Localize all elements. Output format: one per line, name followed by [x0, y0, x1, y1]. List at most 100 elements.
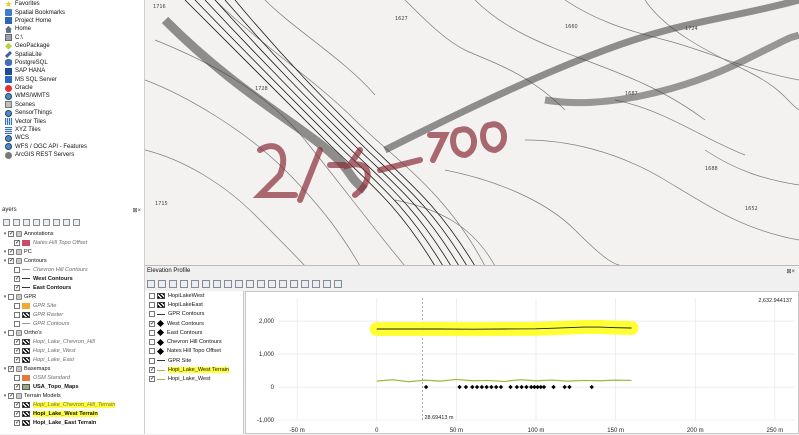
- elevation-layer-item[interactable]: Nates Hill Topo Offset: [145, 347, 243, 356]
- visibility-checkbox[interactable]: [14, 275, 20, 282]
- browser-item[interactable]: Spatial Bookmarks: [0, 8, 144, 17]
- close-icon[interactable]: ⊠×: [786, 268, 795, 275]
- capture-from-feature-icon[interactable]: [180, 279, 188, 288]
- filter-icon[interactable]: [33, 218, 40, 226]
- layer-item[interactable]: East Contours: [0, 283, 145, 292]
- elevation-layer-item[interactable]: GPR Site: [145, 356, 243, 365]
- browser-item[interactable]: Scenes: [0, 101, 144, 109]
- browser-item[interactable]: Home: [0, 25, 144, 33]
- visibility-checkbox[interactable]: [149, 320, 155, 327]
- export-image-icon[interactable]: [301, 279, 309, 288]
- visibility-checkbox[interactable]: [14, 356, 20, 363]
- remove-layer-icon[interactable]: [73, 218, 80, 226]
- browser-item[interactable]: PostgreSQL: [0, 59, 144, 67]
- layer-item[interactable]: Hopi_Lake_East: [0, 355, 145, 364]
- layer-item[interactable]: Hopi_Lake_West Terrain: [0, 409, 145, 418]
- browser-item[interactable]: Project Home: [0, 17, 144, 25]
- elevation-plot[interactable]: -1,000 0 1,000 2,000 -50 m 0 50 m 100 m 150 m 200…: [245, 291, 799, 434]
- visibility-checkbox[interactable]: [8, 365, 14, 372]
- visibility-checkbox[interactable]: [149, 311, 155, 318]
- browser-item[interactable]: SAP HANA: [0, 67, 144, 75]
- layer-group[interactable]: ▾ Ortho's: [0, 328, 145, 337]
- visibility-checkbox[interactable]: [14, 302, 20, 309]
- visibility-checkbox[interactable]: [14, 383, 20, 390]
- layer-item[interactable]: Hopi_Lake_Chevron_Hill_Terrain: [0, 400, 145, 409]
- layer-item[interactable]: Chevron Hill Contours: [0, 265, 145, 274]
- visibility-checkbox[interactable]: [14, 320, 20, 327]
- elevation-layer-item[interactable]: West Contours: [145, 319, 243, 328]
- visibility-checkbox[interactable]: [149, 376, 155, 383]
- browser-item[interactable]: XYZ Tiles: [0, 126, 144, 134]
- layer-group[interactable]: ▾ GPR: [0, 292, 145, 301]
- add-group-icon[interactable]: [13, 218, 20, 226]
- layer-item[interactable]: GPR Contours: [0, 319, 145, 328]
- zoom-full-icon[interactable]: [268, 279, 276, 288]
- layer-item[interactable]: Nates Hill Topo Offset: [0, 238, 145, 247]
- layer-group[interactable]: ▾Contours: [0, 256, 145, 265]
- elevation-layer-item[interactable]: GPR Contours: [145, 310, 243, 319]
- layer-group[interactable]: ▾Terrain Models: [0, 391, 145, 400]
- layer-item[interactable]: Hopi_Lake_Chevron_Hill: [0, 337, 145, 346]
- visibility-checkbox[interactable]: [14, 311, 20, 318]
- visibility-checkbox[interactable]: [149, 348, 155, 355]
- browser-item[interactable]: WCS: [0, 134, 144, 142]
- visibility-checkbox[interactable]: [14, 338, 20, 345]
- layers-icon[interactable]: [147, 279, 155, 288]
- zoom-out-icon[interactable]: [257, 279, 265, 288]
- visibility-checkbox[interactable]: [8, 248, 14, 255]
- layer-item[interactable]: West Contours: [0, 274, 145, 283]
- layer-item[interactable]: OSM Standard: [0, 373, 145, 382]
- collapse-all-icon[interactable]: [63, 218, 70, 226]
- elevation-layer-item[interactable]: Chevron Hill Contours: [145, 337, 243, 346]
- open-layer-styling-icon[interactable]: [3, 218, 10, 226]
- visibility-checkbox[interactable]: [8, 329, 14, 336]
- layer-item[interactable]: Hopi_Lake_East Terrain: [0, 418, 145, 427]
- export-3d-icon[interactable]: [312, 279, 320, 288]
- pan-icon[interactable]: [235, 279, 243, 288]
- visibility-checkbox[interactable]: [8, 230, 14, 237]
- browser-item[interactable]: MS SQL Server: [0, 76, 144, 84]
- browser-item[interactable]: Favorites: [0, 0, 144, 8]
- visibility-checkbox[interactable]: [149, 357, 155, 364]
- visibility-checkbox[interactable]: [149, 339, 155, 346]
- settings-icon[interactable]: [158, 279, 166, 288]
- browser-item[interactable]: ArcGIS REST Servers: [0, 151, 144, 159]
- visibility-checkbox[interactable]: [14, 239, 20, 246]
- capture-curve-icon[interactable]: [169, 279, 177, 288]
- nudge-left-icon[interactable]: [191, 279, 199, 288]
- visibility-checkbox[interactable]: [8, 257, 14, 264]
- options-icon[interactable]: [323, 279, 331, 288]
- browser-item[interactable]: GeoPackage: [0, 42, 144, 50]
- visibility-checkbox[interactable]: [14, 419, 20, 426]
- identify-icon[interactable]: [224, 279, 232, 288]
- layer-item[interactable]: USA_Topo_Maps: [0, 382, 145, 391]
- layer-item[interactable]: GPR Raster: [0, 310, 145, 319]
- layer-item[interactable]: Hopi_Lake_West: [0, 346, 145, 355]
- visibility-checkbox[interactable]: [149, 367, 155, 374]
- elevation-layer-item[interactable]: HopiLakeEast: [145, 300, 243, 309]
- close-icon[interactable]: ⊠×: [132, 207, 141, 214]
- visibility-checkbox[interactable]: [14, 401, 20, 408]
- visibility-checkbox[interactable]: [149, 292, 155, 299]
- visibility-checkbox[interactable]: [14, 284, 20, 291]
- elevation-layer-item[interactable]: HopiLakeWest: [145, 291, 243, 300]
- visibility-checkbox[interactable]: [14, 347, 20, 354]
- clear-icon[interactable]: [213, 279, 221, 288]
- visibility-checkbox[interactable]: [14, 410, 20, 417]
- browser-item[interactable]: SensorThings: [0, 109, 144, 117]
- elevation-layer-item[interactable]: Hopi_Lake_West: [145, 375, 243, 384]
- nudge-right-icon[interactable]: [202, 279, 210, 288]
- manage-visibility-icon[interactable]: [23, 218, 30, 226]
- visibility-checkbox[interactable]: [14, 266, 20, 273]
- layer-item[interactable]: GPR Site: [0, 301, 145, 310]
- browser-item[interactable]: Vector Tiles: [0, 117, 144, 126]
- map-canvas[interactable]: 1716 1715 1728 1687 1724 1688 1660 1627 1652: [145, 0, 799, 266]
- visibility-checkbox[interactable]: [149, 329, 155, 336]
- browser-item[interactable]: Oracle: [0, 84, 144, 92]
- browser-item[interactable]: C:\: [0, 34, 144, 42]
- visibility-checkbox[interactable]: [8, 392, 14, 399]
- layer-group[interactable]: ▾Basemaps: [0, 364, 145, 373]
- browser-item[interactable]: WMS/WMTS: [0, 92, 144, 100]
- visibility-checkbox[interactable]: [8, 293, 14, 300]
- browser-item[interactable]: SpatiaLite: [0, 50, 144, 59]
